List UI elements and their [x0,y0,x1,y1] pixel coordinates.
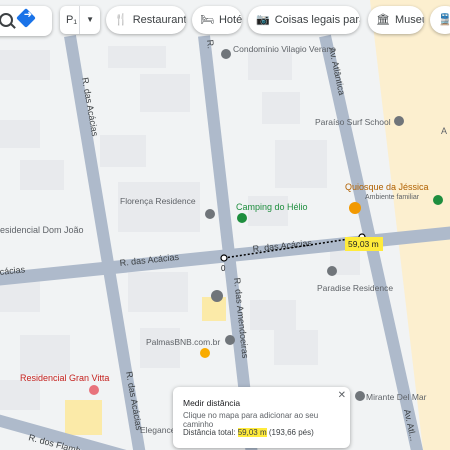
map-canvas[interactable]: R. das Acácias R. das Acácias cácias R. … [0,0,450,450]
chip-things-to-do[interactable]: 📷 Coisas legais para faz... [248,6,360,34]
card-hint: Clique no mapa para adicionar ao seu cam… [183,411,319,429]
measure-start-point [220,254,228,262]
search-box[interactable] [0,6,52,36]
place-label-elegance: Elegance [140,425,176,435]
chip-transit[interactable]: 🚆 [430,6,450,34]
measure-distance-card: ✕ Medir distância Clique no mapa para ad… [173,387,350,448]
directions-icon[interactable] [16,8,36,28]
pin-restaurant[interactable] [211,290,223,302]
search-icon[interactable] [0,13,13,27]
beach-area [370,0,450,450]
svg-text:Mirante Del Mar: Mirante Del Mar [366,392,427,402]
select-divider [79,6,80,34]
chip-restaurants[interactable]: 🍴 Restaurantes [106,6,186,34]
fork-knife-icon: 🍴 [114,14,128,26]
pin-mirante[interactable]: Mirante Del Mar [355,391,427,402]
total-feet: (193,66 pés) [266,428,314,437]
chip-label: Coisas legais para faz... [274,14,360,26]
svg-text:Residencial Gran Vitta: Residencial Gran Vitta [20,373,109,383]
svg-text:Ambiente familiar: Ambiente familiar [365,194,420,201]
bed-icon: 🛏 [200,14,214,26]
pin-edge-park[interactable] [433,195,443,205]
street-label-top: R. [205,39,216,49]
total-meters: 59,03 m [237,428,267,437]
card-title: Medir distância [183,398,241,408]
layer-select[interactable]: P₁ ▼ [60,6,100,34]
pin-palmas[interactable]: PalmasBNB.com.br [146,335,235,347]
measure-start-label: 0 [221,264,226,273]
museum-icon: 🏛 [376,14,390,26]
close-icon[interactable]: ✕ [338,390,346,401]
svg-text:Quiosque da Jéssica: Quiosque da Jéssica [345,182,429,192]
transit-icon: 🚆 [438,14,450,26]
svg-text:Florença Residence: Florença Residence [120,196,196,206]
svg-text:Paradise Residence: Paradise Residence [317,283,393,293]
camera-icon: 📷 [256,14,270,26]
pin-yellow[interactable] [200,348,210,358]
place-label-dom-joao: esidencial Dom João [0,225,84,235]
chip-museums[interactable]: 🏛 Museus [368,6,424,34]
edge-label-a: A [441,126,447,136]
chip-hotels[interactable]: 🛏 Hotéis [192,6,242,34]
card-total: Distância total: 59,03 m (193,66 pés) [183,428,314,437]
svg-text:PalmasBNB.com.br: PalmasBNB.com.br [146,337,220,347]
chip-label: Hotéis [218,14,242,26]
total-prefix: Distância total: [183,428,238,437]
svg-text:Camping do Hélio: Camping do Hélio [236,202,308,212]
chevron-down-icon: ▼ [86,15,94,24]
chip-label: Restaurantes [132,14,186,26]
svg-text:Paraíso Surf School: Paraíso Surf School [315,117,391,127]
layer-select-value: P₁ [66,14,78,26]
chip-label: Museus [394,14,424,26]
measure-end-label: 59,03 m [348,239,379,249]
svg-text:Condomínio Vilagio Verano: Condomínio Vilagio Verano [233,44,336,54]
street-label-atlantica-bottom: Av. Atl... [402,408,418,442]
